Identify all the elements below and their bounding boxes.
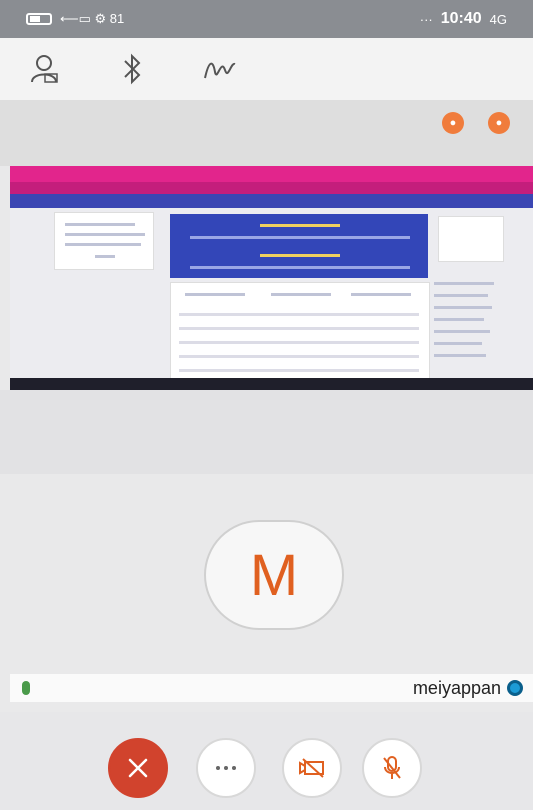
participant-avatar: M	[204, 520, 344, 630]
status-time: 10:40	[440, 10, 482, 27]
call-controls	[0, 712, 533, 810]
notice-card	[54, 212, 154, 270]
site-logo	[438, 216, 504, 262]
status-left: ⟵▭ ⚙ 81	[26, 11, 124, 27]
battery-icon	[26, 13, 52, 25]
status-bar: ⟵▭ ⚙ 81 ··· 10:40 4G	[0, 0, 533, 38]
share-bottom-bar	[10, 378, 533, 390]
participant-name: meiyappan	[412, 677, 501, 698]
status-right: ··· 10:40 4G	[420, 10, 507, 28]
share-close-icon[interactable]: ●	[488, 112, 510, 134]
mic-active-icon	[22, 681, 30, 695]
site-sidebar	[428, 276, 508, 376]
signal-wave-icon[interactable]	[200, 49, 240, 89]
participant-name-bar: meiyappan	[10, 674, 533, 702]
close-icon	[128, 758, 148, 778]
participants-icon[interactable]	[24, 49, 64, 89]
mic-off-icon	[383, 756, 401, 779]
video-gap	[0, 390, 533, 474]
mute-button[interactable]	[362, 738, 422, 798]
network-type: 4G	[489, 11, 507, 27]
avatar-initial: M	[249, 542, 299, 608]
site-navbar	[10, 194, 533, 208]
status-left-text: ⟵▭ ⚙ 81	[60, 11, 125, 26]
shared-screen[interactable]	[10, 166, 533, 390]
status-dots: ···	[419, 11, 433, 27]
camera-off-icon	[299, 758, 324, 778]
call-toolbar	[0, 38, 533, 100]
bluetooth-icon[interactable]	[112, 49, 152, 89]
data-table	[170, 282, 430, 380]
browser-tab-bar	[10, 166, 533, 182]
more-options-button[interactable]	[196, 738, 256, 798]
banner	[170, 214, 428, 278]
end-call-button[interactable]	[108, 738, 168, 798]
share-option-icon[interactable]: ●	[442, 112, 464, 134]
more-icon	[216, 766, 236, 770]
browser-address-bar	[10, 182, 533, 194]
teams-status-icon	[507, 680, 523, 696]
camera-toggle-button[interactable]	[282, 738, 342, 798]
participant-name-wrap: meiyappan	[413, 678, 523, 699]
